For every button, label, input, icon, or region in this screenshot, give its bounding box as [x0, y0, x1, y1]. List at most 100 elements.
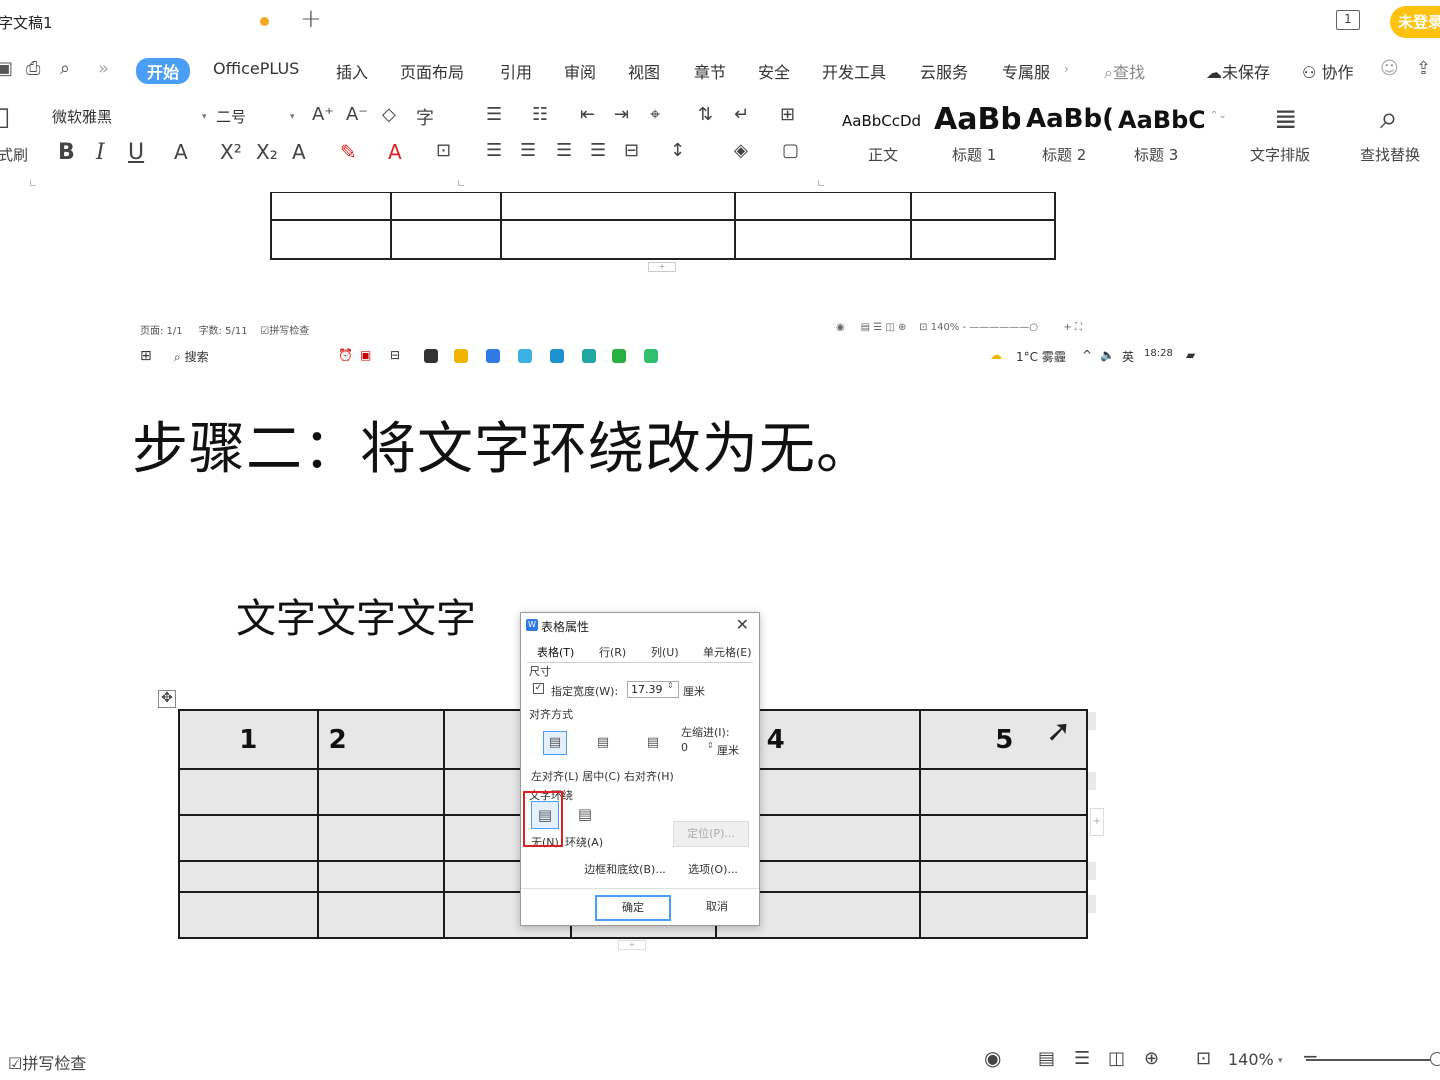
line-spacing-icon[interactable]: ↕ — [670, 140, 685, 161]
tab-row[interactable]: 行(R) — [599, 644, 626, 660]
menu-view[interactable]: 视图 — [628, 59, 660, 83]
ok-button[interactable]: 确定 — [595, 895, 671, 921]
width-checkbox[interactable]: ✓ — [533, 683, 544, 694]
more-menu-icon[interactable]: » — [98, 58, 109, 79]
print-preview-icon[interactable]: ⌕ — [60, 58, 70, 79]
font-size-select[interactable]: 二号 — [216, 106, 246, 127]
justify-icon[interactable]: ☰ — [590, 140, 606, 161]
width-spinner-icon[interactable]: ⇕ — [667, 681, 674, 690]
sort-icon[interactable]: ⇅ — [698, 104, 713, 125]
table-cell[interactable] — [316, 768, 446, 816]
app-icon[interactable] — [612, 349, 626, 363]
table-cell[interactable] — [178, 814, 319, 862]
chinese-layout-icon[interactable]: ⌖ — [650, 104, 660, 125]
table-cell[interactable] — [178, 860, 319, 893]
bold-icon[interactable]: B — [58, 140, 75, 165]
unsaved-status[interactable]: ☁未保存 — [1206, 59, 1270, 83]
subscript-icon[interactable]: X₂ — [256, 140, 278, 164]
menu-overflow-icon[interactable]: › — [1064, 62, 1069, 76]
table-cell[interactable] — [178, 768, 319, 816]
find-replace-icon[interactable]: ⌕ — [1380, 98, 1398, 137]
style-heading2-sample[interactable]: AaBb( — [1026, 104, 1112, 134]
taskbar-search[interactable]: ⌕ 搜索 — [174, 348, 209, 365]
volume-icon[interactable]: 🔈 — [1100, 348, 1115, 362]
find-replace-button[interactable]: 查找替换 — [1360, 144, 1420, 165]
menu-insert[interactable]: 插入 — [336, 59, 368, 83]
style-normal-sample[interactable]: AaBbCcDd — [842, 112, 921, 130]
table-cell[interactable] — [919, 814, 1088, 862]
document-text[interactable]: 文字文字文字 — [236, 586, 476, 644]
increase-indent-icon[interactable]: ⇥ — [614, 104, 629, 125]
align-center-icon[interactable]: ☰ — [520, 140, 536, 161]
align-left-option-icon[interactable]: ▤ — [543, 731, 567, 755]
share-icon[interactable]: ⇪ — [1416, 58, 1431, 79]
align-right-icon[interactable]: ☰ — [556, 140, 572, 161]
numbering-icon[interactable]: ☷ — [532, 104, 548, 125]
add-row-button[interactable]: + — [618, 940, 646, 950]
app-icon[interactable] — [424, 349, 438, 363]
clear-format-icon[interactable]: ◇ — [382, 104, 396, 125]
gift-app-icon[interactable]: ▣ — [360, 348, 371, 362]
task-view-icon[interactable]: ⊟ — [390, 348, 400, 362]
menu-review[interactable]: 审阅 — [564, 59, 596, 83]
notification-icon[interactable]: ▰ — [1186, 348, 1195, 362]
wrap-around-option-icon[interactable]: ▤ — [571, 801, 599, 829]
strikethrough-icon[interactable]: A — [174, 140, 188, 164]
web-view-icon[interactable]: ⊕ — [1144, 1048, 1159, 1069]
text-layout-button[interactable]: 文字排版 — [1250, 144, 1310, 165]
align-right-option-icon[interactable]: ▤ — [641, 731, 665, 755]
app-icon[interactable] — [644, 349, 658, 363]
outline-view-icon[interactable]: ☰ — [1074, 1048, 1090, 1069]
tray-chevron-icon[interactable]: ^ — [1082, 348, 1092, 362]
phonetic-icon[interactable]: 字 — [416, 104, 434, 130]
indent-unit-select[interactable]: 厘米 — [717, 742, 739, 758]
table-grid-icon[interactable]: ⊞ — [780, 104, 795, 125]
distributed-icon[interactable]: ⊟ — [624, 140, 639, 161]
underline-icon[interactable]: U — [128, 140, 144, 165]
clock-time[interactable]: 18:28 — [1144, 348, 1173, 359]
style-heading1-sample[interactable]: AaBb — [934, 102, 1020, 137]
fit-page-icon[interactable]: ⊡ — [1196, 1048, 1211, 1069]
windows-start-icon[interactable]: ⊞ — [140, 348, 152, 364]
text-effect-icon[interactable]: A — [292, 140, 306, 164]
table-move-handle-icon[interactable]: ✥ — [158, 690, 176, 708]
eye-protection-icon[interactable]: ◉ — [984, 1046, 1001, 1070]
char-border-icon[interactable]: ⊡ — [436, 140, 451, 161]
menu-chapter[interactable]: 章节 — [694, 59, 726, 83]
bullets-icon[interactable]: ☰ — [486, 104, 502, 125]
decrease-indent-icon[interactable]: ⇤ — [580, 104, 595, 125]
menu-cloud[interactable]: 云服务 — [920, 59, 968, 83]
shrink-font-icon[interactable]: A⁻ — [346, 104, 368, 125]
menu-search[interactable]: ⌕查找 — [1104, 59, 1145, 83]
table-cell[interactable] — [316, 814, 446, 862]
table-cell[interactable] — [919, 891, 1088, 939]
align-center-option-icon[interactable]: ▤ — [591, 731, 615, 755]
cancel-button[interactable]: 取消 — [679, 895, 755, 921]
grow-font-icon[interactable]: A⁺ — [312, 104, 334, 125]
styles-scroll-icon[interactable]: ⌃⌄ — [1210, 110, 1227, 121]
table-cell[interactable] — [178, 891, 319, 939]
align-left-icon[interactable]: ☰ — [486, 140, 502, 161]
tab-column[interactable]: 列(U) — [651, 644, 679, 660]
add-column-button[interactable]: + — [1090, 808, 1104, 836]
menu-page-layout[interactable]: 页面布局 — [400, 59, 464, 83]
word-app-icon[interactable] — [486, 349, 500, 363]
highlight-icon[interactable]: ✎ — [340, 140, 357, 164]
app-icon[interactable] — [518, 349, 532, 363]
document-tab-title[interactable]: 字文稿1 — [0, 12, 53, 33]
new-tab-button[interactable]: + — [300, 4, 322, 34]
borders-shading-button[interactable]: 边框和底纹(B)... — [577, 858, 673, 884]
zoom-dropdown-icon[interactable]: ▾ — [1278, 1056, 1283, 1066]
position-button[interactable]: 定位(P)... — [673, 821, 749, 847]
borders-icon[interactable]: ▢ — [782, 140, 799, 161]
menu-exclusive[interactable]: 专属服 — [1002, 59, 1050, 83]
reading-view-icon[interactable]: ◫ — [1108, 1048, 1125, 1069]
paragraph-mark-icon[interactable]: ↵ — [734, 104, 749, 125]
paste-icon[interactable]: ▯ — [0, 102, 10, 132]
italic-icon[interactable]: I — [96, 140, 105, 165]
menu-home[interactable]: 开始 — [136, 58, 191, 84]
collaborate-button[interactable]: ⚇ 协作 — [1302, 59, 1353, 83]
folder-app-icon[interactable] — [454, 349, 468, 363]
spell-check-button[interactable]: ☑拼写检查 — [8, 1050, 86, 1074]
menu-security[interactable]: 安全 — [758, 59, 790, 83]
